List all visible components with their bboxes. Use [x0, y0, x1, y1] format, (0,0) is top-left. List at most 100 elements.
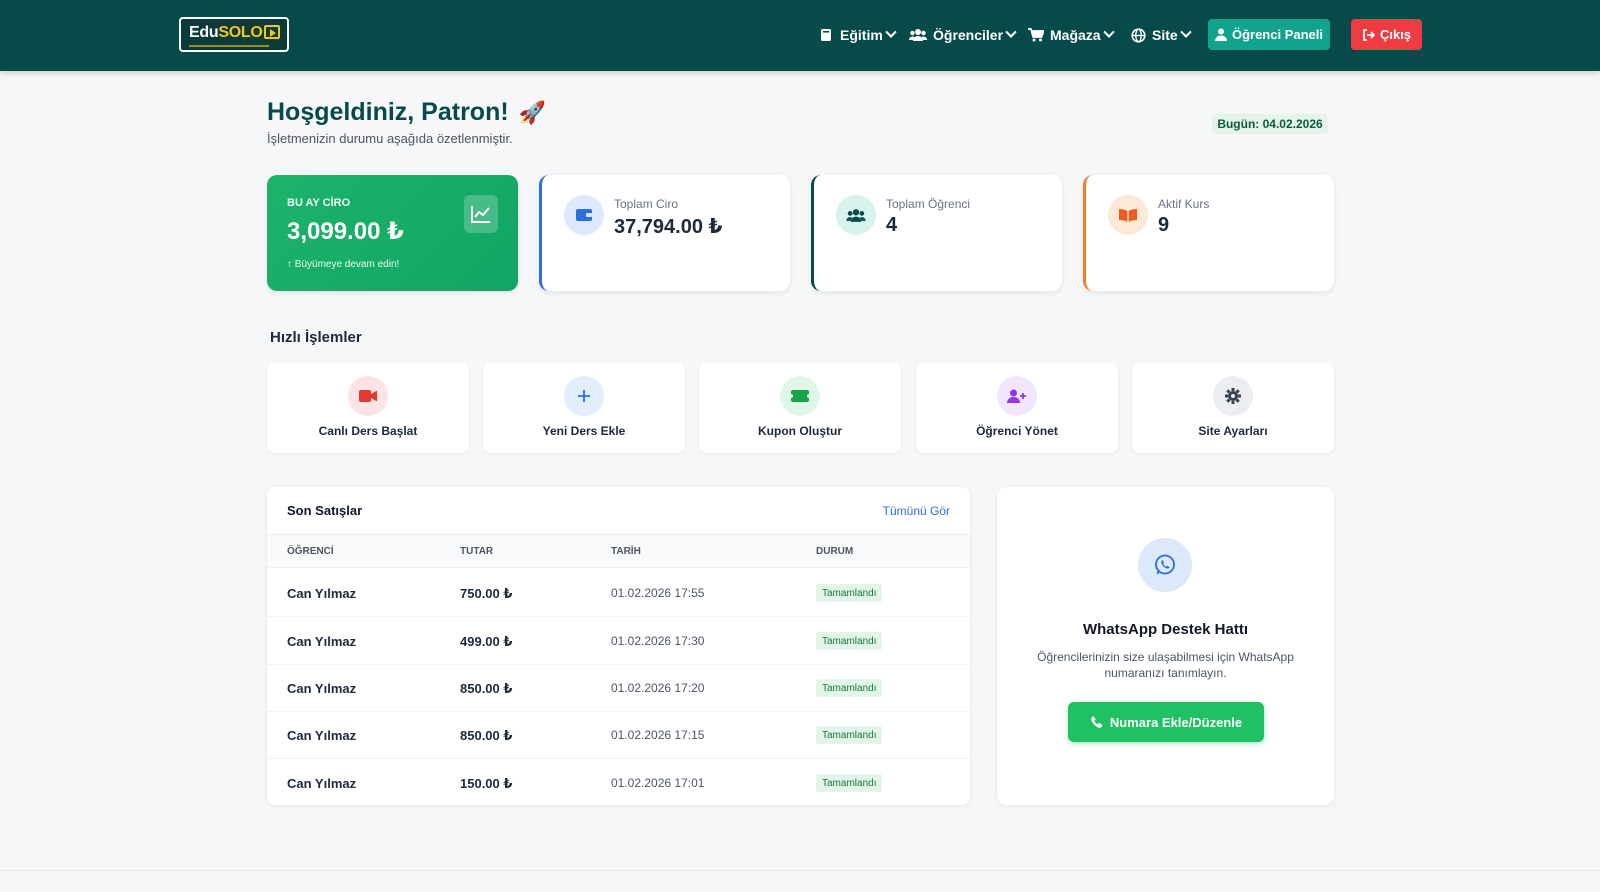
top-navbar: EduSOLO Eğitim Öğrenciler Mağaza Site Öğ… — [0, 0, 1600, 71]
nav-menu-magaza-label: Mağaza — [1050, 27, 1101, 43]
quick-action-label: Öğrenci Yönet — [976, 424, 1058, 438]
column-header-status: DURUM — [816, 546, 854, 557]
table-header: ÖĞRENCİ TUTAR TARİH DURUM — [267, 534, 970, 568]
status-badge: Tamamlandı — [816, 726, 883, 744]
book-icon — [818, 27, 834, 43]
cell-date: 01.02.2026 17:20 — [611, 681, 705, 695]
quick-action-new-lesson[interactable]: Yeni Ders Ekle — [483, 362, 685, 453]
whatsapp-title: WhatsApp Destek Hattı — [1082, 621, 1249, 638]
cell-date: 01.02.2026 17:01 — [611, 776, 705, 790]
sign-out-icon — [1363, 28, 1375, 41]
quick-actions-title: Hızlı İşlemler — [270, 329, 362, 346]
nav-menu-egitim-label: Eğitim — [840, 27, 883, 43]
video-icon — [348, 376, 388, 416]
monthly-revenue-label: BU AY CİRO — [287, 197, 351, 209]
logo-text: EduSOLO — [189, 24, 263, 41]
nav-menu-ogrenciler-label: Öğrenciler — [933, 27, 1004, 43]
column-header-amount: TUTAR — [460, 546, 494, 557]
total-revenue-card: Toplam Ciro 37,794.00 ₺ — [539, 175, 790, 291]
quick-action-live-lesson[interactable]: Canlı Ders Başlat — [267, 362, 469, 453]
total-revenue-label: Toplam Ciro — [614, 197, 679, 211]
cell-student: Can Yılmaz — [287, 776, 357, 791]
status-badge: Tamamlandı — [816, 774, 883, 792]
quick-action-label: Site Ayarları — [1198, 424, 1268, 438]
quick-action-coupon[interactable]: Kupon Oluştur — [699, 362, 901, 453]
whatsapp-support-card: WhatsApp Destek Hattı Öğrencilerinizin s… — [997, 487, 1334, 805]
table-row[interactable]: Can Yılmaz 850.00 ₺ 01.02.2026 17:20 Tam… — [267, 664, 970, 712]
chevron-down-icon — [1005, 26, 1017, 38]
logout-button[interactable]: Çıkış — [1351, 19, 1422, 50]
cart-icon — [1028, 27, 1044, 43]
wallet-icon — [564, 195, 604, 235]
users-icon — [836, 195, 876, 235]
total-students-label: Toplam Öğrenci — [886, 197, 971, 211]
active-courses-label: Aktif Kurs — [1158, 197, 1210, 211]
chevron-down-icon — [885, 26, 897, 38]
add-edit-number-button[interactable]: Numara Ekle/Düzenle — [1068, 702, 1264, 742]
user-plus-icon — [997, 376, 1037, 416]
recent-sales-panel: Son Satışlar Tümünü Gör ÖĞRENCİ TUTAR TA… — [267, 487, 970, 805]
table-row[interactable]: Can Yılmaz 499.00 ₺ 01.02.2026 17:30 Tam… — [267, 617, 970, 665]
ticket-icon — [780, 376, 820, 416]
quick-action-manage-students[interactable]: Öğrenci Yönet — [916, 362, 1118, 453]
page-subtitle: İşletmenizin durumu aşağıda özetlenmişti… — [267, 131, 513, 146]
cell-student: Can Yılmaz — [287, 586, 357, 601]
view-all-link[interactable]: Tümünü Gör — [883, 504, 950, 518]
quick-action-label: Yeni Ders Ekle — [542, 424, 626, 438]
open-book-icon — [1108, 195, 1148, 235]
active-courses-value: 9 — [1158, 214, 1170, 236]
nav-menu-egitim[interactable]: Eğitim — [818, 24, 897, 46]
welcome-text: Hoşgeldiniz, Patron! — [267, 98, 509, 126]
cell-amount: 499.00 ₺ — [460, 634, 513, 649]
line-chart-icon — [464, 195, 498, 233]
student-panel-button[interactable]: Öğrenci Paneli — [1208, 19, 1330, 50]
active-courses-card: Aktif Kurs 9 — [1083, 175, 1334, 291]
table-row[interactable]: Can Yılmaz 850.00 ₺ 01.02.2026 17:15 Tam… — [267, 711, 970, 759]
quick-action-site-settings[interactable]: Site Ayarları — [1132, 362, 1334, 453]
nav-menu-magaza[interactable]: Mağaza — [1028, 24, 1115, 46]
total-revenue-value: 37,794.00 ₺ — [614, 216, 723, 238]
cell-amount: 150.00 ₺ — [460, 776, 513, 791]
cell-date: 01.02.2026 17:30 — [611, 634, 705, 648]
quick-action-label: Canlı Ders Başlat — [318, 424, 418, 438]
footer-divider — [0, 870, 1600, 871]
logout-label: Çıkış — [1379, 27, 1412, 42]
table-row[interactable]: Can Yılmaz 750.00 ₺ 01.02.2026 17:55 Tam… — [267, 569, 970, 617]
rocket-icon: 🚀 — [518, 99, 547, 125]
cell-amount: 750.00 ₺ — [460, 586, 513, 601]
globe-icon — [1130, 27, 1146, 43]
column-header-student: ÖĞRENCİ — [287, 546, 334, 557]
cell-amount: 850.00 ₺ — [460, 681, 513, 696]
logo-play-icon — [264, 25, 280, 39]
monthly-revenue-value: 3,099.00 ₺ — [287, 218, 404, 245]
logo-underline — [189, 45, 269, 47]
phone-icon — [1091, 715, 1103, 728]
gear-icon — [1213, 376, 1253, 416]
plus-icon — [564, 376, 604, 416]
page-title: Hoşgeldiniz, Patron! 🚀 — [267, 98, 546, 127]
monthly-revenue-card: BU AY CİRO 3,099.00 ₺ ↑ Büyümeye devam e… — [267, 175, 518, 291]
users-icon — [909, 27, 927, 43]
status-badge: Tamamlandı — [816, 584, 883, 602]
cell-date: 01.02.2026 17:15 — [611, 728, 705, 742]
nav-menu-site[interactable]: Site — [1130, 24, 1192, 46]
status-badge: Tamamlandı — [816, 632, 883, 650]
teacher-icon — [1214, 28, 1227, 41]
cell-amount: 850.00 ₺ — [460, 728, 513, 743]
cell-student: Can Yılmaz — [287, 634, 357, 649]
cell-student: Can Yılmaz — [287, 728, 357, 743]
chevron-down-icon — [1102, 26, 1115, 38]
edusolo-logo[interactable]: EduSOLO — [179, 17, 289, 52]
status-badge: Tamamlandı — [816, 679, 883, 697]
total-students-card: Toplam Öğrenci 4 — [811, 175, 1062, 291]
cell-date: 01.02.2026 17:55 — [611, 586, 705, 600]
chevron-down-icon — [1180, 26, 1192, 38]
growth-note: ↑ Büyümeye devam edin! — [287, 259, 400, 270]
table-row[interactable]: Can Yılmaz 150.00 ₺ 01.02.2026 17:01 Tam… — [267, 759, 970, 805]
student-panel-label: Öğrenci Paneli — [1231, 27, 1324, 42]
today-date-badge: Bugün: 04.02.2026 — [1212, 114, 1328, 134]
total-students-value: 4 — [886, 214, 898, 236]
cell-student: Can Yılmaz — [287, 681, 357, 696]
nav-menu-ogrenciler[interactable]: Öğrenciler — [909, 24, 1017, 46]
recent-sales-title: Son Satışlar — [287, 503, 363, 518]
